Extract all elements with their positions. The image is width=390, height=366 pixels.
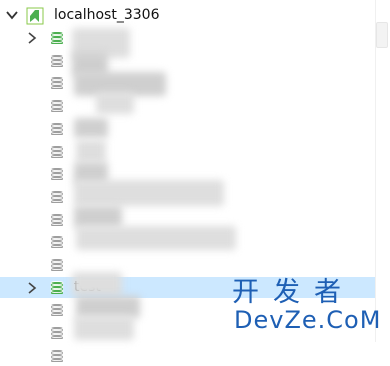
- database-row[interactable]: [0, 322, 376, 343]
- database-row[interactable]: test: [0, 277, 376, 298]
- chevron-right-icon[interactable]: [24, 280, 40, 296]
- database-row[interactable]: [0, 72, 376, 93]
- database-icon: [50, 98, 64, 112]
- navigator-tree: localhost_3306 test: [0, 0, 376, 362]
- database-icon: [50, 302, 64, 316]
- database-row[interactable]: [0, 50, 376, 71]
- database-icon: [50, 75, 64, 89]
- scrollbar-thumb[interactable]: [376, 22, 388, 48]
- obscured-name: [74, 316, 134, 340]
- database-icon: [50, 212, 64, 226]
- database-row[interactable]: [0, 95, 376, 116]
- database-icon: [50, 325, 64, 339]
- chevron-down-icon[interactable]: [4, 7, 20, 23]
- database-icon: [50, 53, 64, 67]
- database-icon: [50, 144, 64, 158]
- database-icon: [50, 121, 64, 135]
- database-icon: [50, 257, 64, 271]
- obscured-name: [96, 92, 134, 114]
- database-icon: [50, 234, 64, 248]
- database-icon: [50, 166, 64, 180]
- database-icon: [50, 189, 64, 203]
- obscured-name: [76, 140, 106, 162]
- database-row[interactable]: [0, 141, 376, 162]
- obscured-name: [74, 118, 108, 138]
- database-row[interactable]: [0, 299, 376, 320]
- obscured-name: [74, 180, 224, 206]
- vertical-scrollbar[interactable]: [375, 0, 390, 342]
- mysql-server-icon: [26, 7, 44, 25]
- chevron-right-icon[interactable]: [24, 30, 40, 46]
- connection-row[interactable]: localhost_3306: [0, 4, 376, 25]
- database-row[interactable]: [0, 118, 376, 139]
- obscured-name: [76, 296, 140, 318]
- obscured-name: [76, 226, 236, 250]
- connection-label: localhost_3306: [54, 7, 160, 23]
- database-row[interactable]: [0, 345, 376, 366]
- obscured-name: [74, 206, 122, 228]
- database-icon: [50, 280, 64, 294]
- database-row[interactable]: [0, 27, 376, 48]
- database-row[interactable]: [0, 254, 376, 275]
- database-icon: [50, 30, 64, 44]
- obscured-name: [72, 272, 122, 296]
- database-icon: [50, 348, 64, 362]
